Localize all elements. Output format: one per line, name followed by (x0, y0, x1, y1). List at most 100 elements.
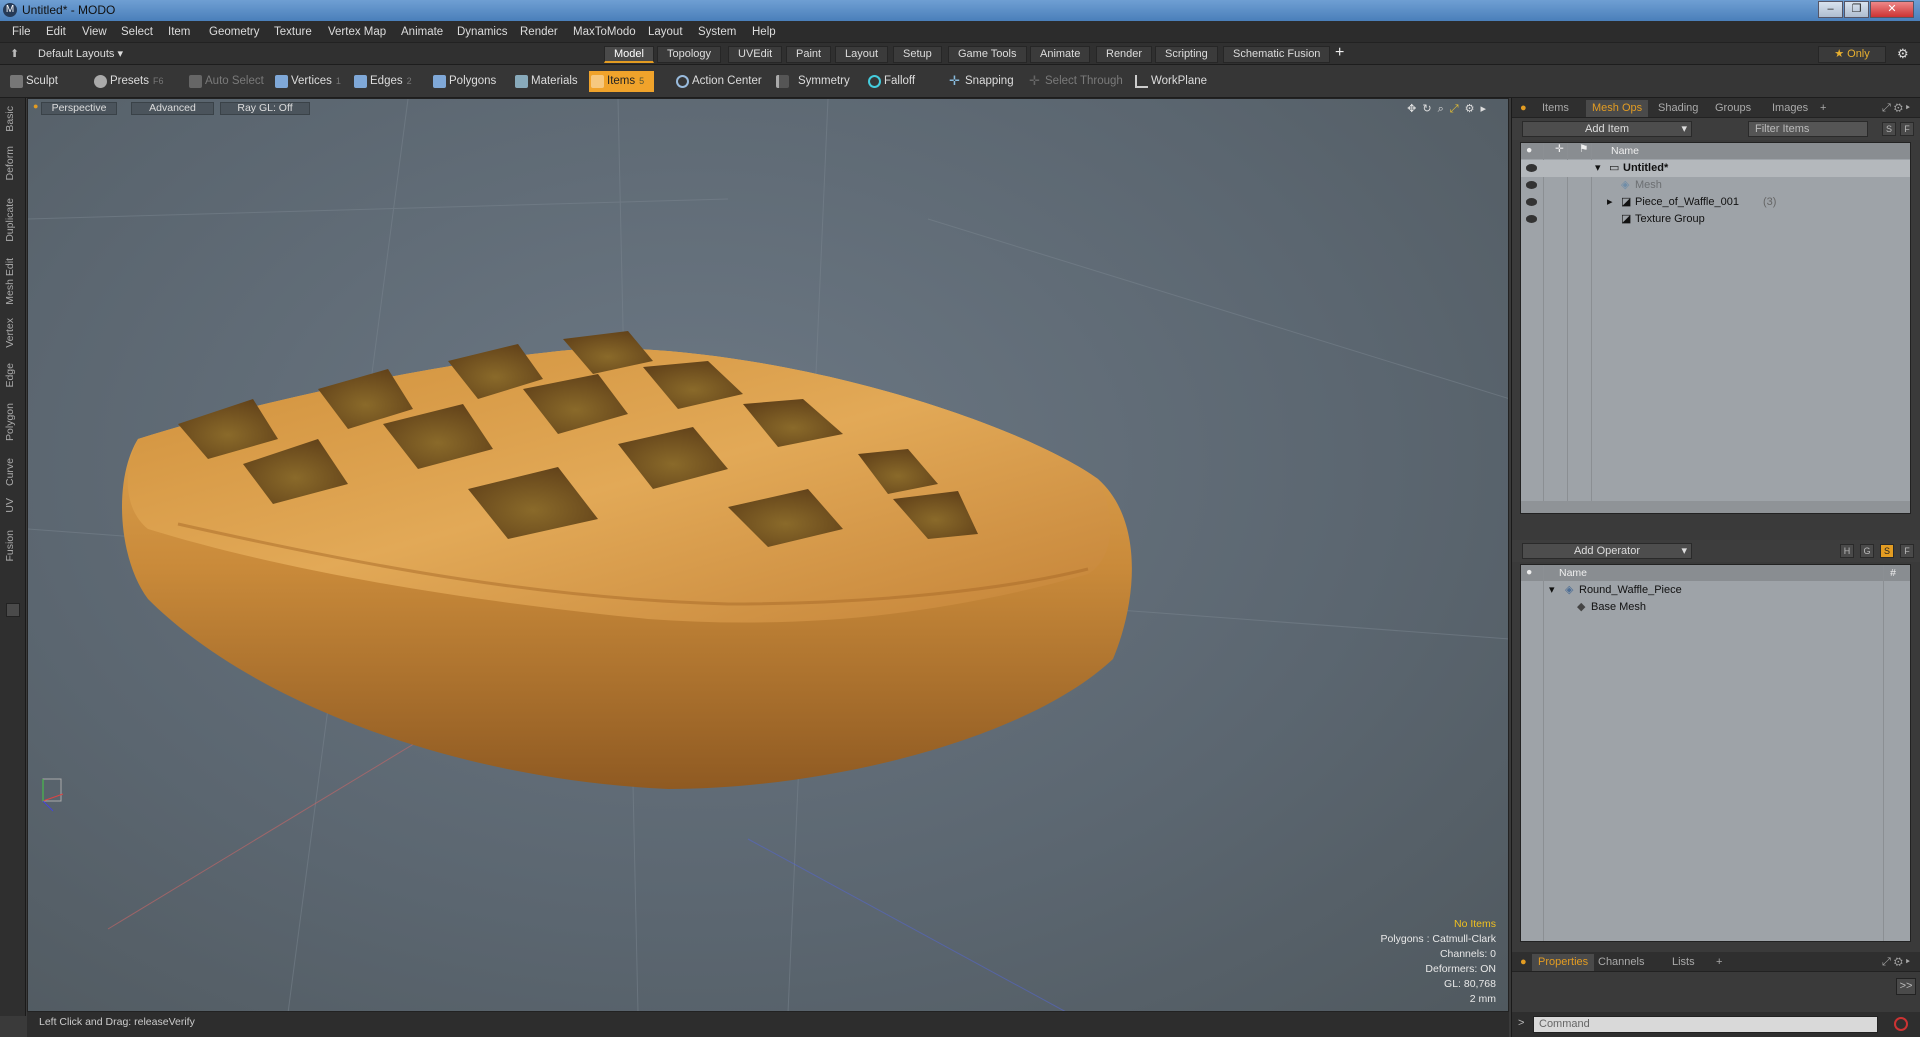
sculpt-button[interactable]: Sculpt (8, 71, 58, 92)
tab-model[interactable]: Model (604, 46, 654, 63)
visibility-eye-icon[interactable] (1526, 164, 1537, 172)
expand-properties-button[interactable]: >> (1896, 978, 1916, 995)
tree-row-untitled[interactable]: ▾ ▭ Untitled* (1521, 160, 1910, 177)
menu-item[interactable]: Item (168, 26, 190, 38)
tab-paint[interactable]: Paint (786, 46, 832, 63)
menu-file[interactable]: File (12, 26, 31, 38)
minimize-button[interactable]: – (1818, 1, 1843, 18)
tab-uv[interactable]: UV (4, 498, 16, 513)
tab-duplicate[interactable]: Duplicate (4, 198, 16, 242)
layout-up-icon[interactable]: ⬆ (10, 47, 19, 60)
add-layout-button[interactable]: + (1335, 44, 1344, 62)
items-scrollbar[interactable] (1521, 501, 1910, 513)
panel-expand-icon[interactable]: ⤢ ⚙ ▸ (1882, 956, 1910, 969)
menu-render[interactable]: Render (520, 26, 558, 38)
tab-vertex[interactable]: Vertex (4, 318, 16, 348)
add-tab-button[interactable]: + (1820, 102, 1826, 114)
tab-channels[interactable]: Channels (1598, 956, 1644, 968)
menu-system[interactable]: System (698, 26, 736, 38)
menu-maxtomodo[interactable]: MaxToModo (573, 26, 636, 38)
items-s-button[interactable]: S (1882, 122, 1896, 136)
panel-expand-icon[interactable]: ⤢ ⚙ ▸ (1882, 102, 1910, 115)
symmetry-button[interactable]: Symmetry (774, 71, 850, 92)
expand-arrow-icon[interactable]: ▾ (1595, 160, 1601, 177)
add-tab-button[interactable]: + (1716, 956, 1722, 968)
tree-row-base-mesh[interactable]: ◆ Base Mesh (1521, 599, 1910, 616)
tab-shading[interactable]: Shading (1658, 102, 1698, 114)
menu-vertex-map[interactable]: Vertex Map (328, 26, 386, 38)
tab-polygon[interactable]: Polygon (4, 403, 16, 441)
tab-properties[interactable]: Properties (1532, 954, 1595, 971)
tab-render[interactable]: Render (1096, 46, 1153, 63)
visibility-eye-icon[interactable] (1526, 215, 1537, 223)
tab-curve[interactable]: Curve (4, 458, 16, 486)
expand-arrow-icon[interactable]: ▾ (1549, 582, 1555, 599)
meshops-g-button[interactable]: G (1860, 544, 1874, 558)
view-mode-button[interactable]: Perspective (41, 102, 117, 115)
items-f-button[interactable]: F (1900, 122, 1914, 136)
tree-row-round-waffle-piece[interactable]: ▾ ◈ Round_Waffle_Piece (1521, 582, 1910, 599)
layouts-dropdown[interactable]: Default Layouts ▾ (38, 47, 123, 60)
filter-items-input[interactable]: Filter Items (1748, 121, 1868, 137)
command-input[interactable]: Command (1533, 1016, 1878, 1033)
ray-gl-button[interactable]: Ray GL: Off (220, 102, 310, 115)
tab-lists[interactable]: Lists (1672, 956, 1695, 968)
menu-dynamics[interactable]: Dynamics (457, 26, 507, 38)
stop-icon[interactable] (1894, 1017, 1908, 1031)
maximize-button[interactable]: ❐ (1844, 1, 1869, 18)
menu-layout[interactable]: Layout (648, 26, 683, 38)
snapping-button[interactable]: ✛ Snapping (947, 71, 1014, 92)
polygons-button[interactable]: Polygons (431, 71, 496, 92)
menu-help[interactable]: Help (752, 26, 776, 38)
close-button[interactable]: ✕ (1870, 1, 1914, 18)
tab-mesh-ops[interactable]: Mesh Ops (1586, 100, 1649, 117)
visibility-eye-icon[interactable] (1526, 181, 1537, 189)
vertices-button[interactable]: Vertices 1 (273, 71, 341, 92)
zoom-icon[interactable]: ⌕ (1438, 103, 1450, 115)
meshops-h-button[interactable]: H (1840, 544, 1854, 558)
tab-basic[interactable]: Basic (4, 106, 16, 132)
tree-row-mesh[interactable]: ◈ Mesh (1521, 177, 1910, 194)
palette-toggle-button[interactable] (6, 603, 20, 617)
edges-button[interactable]: Edges 2 (352, 71, 412, 92)
expand-arrow-icon[interactable]: ▸ (1480, 103, 1492, 115)
gear-icon[interactable]: ⚙ (1897, 46, 1909, 62)
meshops-s-button[interactable]: S (1880, 544, 1894, 558)
visibility-eye-icon[interactable] (1526, 198, 1537, 206)
only-button[interactable]: ★ Only (1818, 46, 1886, 63)
menu-edit[interactable]: Edit (46, 26, 66, 38)
tab-animate[interactable]: Animate (1030, 46, 1091, 63)
tab-items[interactable]: Items (1542, 102, 1569, 114)
menu-select[interactable]: Select (121, 26, 153, 38)
3d-viewport[interactable]: ● Perspective Advanced Ray GL: Off ✥↻⌕⤢⚙… (27, 98, 1509, 1012)
presets-button[interactable]: Presets F6 (92, 71, 164, 92)
falloff-button[interactable]: Falloff (866, 71, 915, 92)
tab-edge[interactable]: Edge (4, 363, 16, 388)
select-through-button[interactable]: ✛ Select Through (1027, 71, 1123, 92)
menu-texture[interactable]: Texture (274, 26, 312, 38)
tab-fusion[interactable]: Fusion (4, 530, 16, 562)
add-item-dropdown[interactable]: Add Item ▾ (1522, 121, 1692, 137)
menu-view[interactable]: View (82, 26, 107, 38)
tree-row-texture-group[interactable]: ◪ Texture Group (1521, 211, 1910, 228)
tab-schematic-fusion[interactable]: Schematic Fusion (1223, 46, 1331, 63)
menu-geometry[interactable]: Geometry (209, 26, 260, 38)
tab-topology[interactable]: Topology (657, 46, 722, 63)
tab-mesh-edit[interactable]: Mesh Edit (4, 258, 16, 305)
panel-menu-icon[interactable]: ● (1520, 102, 1527, 114)
viewport-menu-icon[interactable]: ● (33, 101, 38, 111)
tab-images[interactable]: Images (1772, 102, 1808, 114)
tab-layout[interactable]: Layout (835, 46, 889, 63)
meshops-f-button[interactable]: F (1900, 544, 1914, 558)
tab-scripting[interactable]: Scripting (1155, 46, 1218, 63)
maximize-icon[interactable]: ⤢ (1450, 103, 1465, 115)
viewport-gear-icon[interactable]: ⚙ (1465, 103, 1481, 115)
tree-row-piece-of-waffle[interactable]: ▸ ◪ Piece_of_Waffle_001 (3) (1521, 194, 1910, 211)
tab-game-tools[interactable]: Game Tools (948, 46, 1027, 63)
auto-select-button[interactable]: Auto Select (187, 71, 264, 92)
materials-button[interactable]: Materials (513, 71, 578, 92)
items-button[interactable]: Items 5 (589, 71, 655, 92)
orbit-icon[interactable]: ↻ (1422, 103, 1437, 115)
shading-mode-button[interactable]: Advanced (131, 102, 214, 115)
tab-uvedit[interactable]: UVEdit (728, 46, 783, 63)
